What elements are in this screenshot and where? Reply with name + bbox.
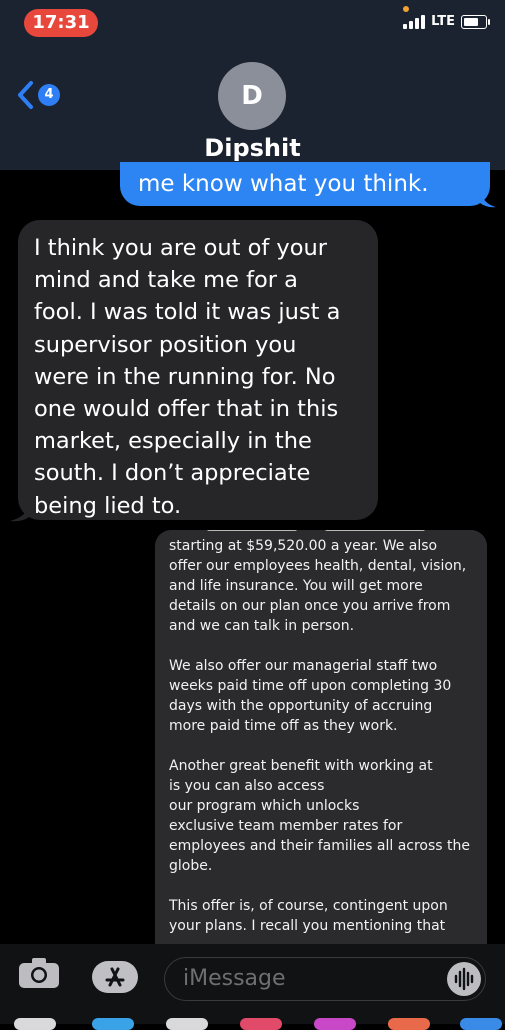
camera-icon[interactable] <box>18 957 60 989</box>
sent-bubble-tail <box>480 190 496 208</box>
message-composer-bar: iMessage <box>0 944 505 1030</box>
app-store-button[interactable] <box>92 961 138 993</box>
network-label: LTE <box>431 14 455 29</box>
imessage-input[interactable]: iMessage <box>164 957 486 1001</box>
conversation-header: 17:31 LTE 4 D Dipshit <box>0 0 505 170</box>
status-indicators: LTE <box>403 14 490 29</box>
status-time: 17:31 <box>24 9 98 37</box>
audio-message-button[interactable] <box>447 962 481 996</box>
privacy-indicator-dot <box>403 6 409 12</box>
unread-count-badge: 4 <box>38 84 60 106</box>
image-attachment-text: starting at $59,520.00 a year. We also o… <box>169 538 470 934</box>
imessage-placeholder: iMessage <box>183 966 286 991</box>
app-drawer-strip <box>0 1014 505 1030</box>
back-button[interactable]: 4 <box>16 80 60 110</box>
app-store-icon <box>105 967 125 987</box>
received-bubble-tail <box>10 502 30 522</box>
sent-message-bubble[interactable]: me know what you think. <box>120 162 490 206</box>
chevron-left-icon <box>18 81 33 109</box>
contact-name[interactable]: Dipshit <box>0 134 505 162</box>
received-message-bubble[interactable]: I think you are out of your mind and tak… <box>18 220 378 520</box>
contact-avatar[interactable]: D <box>218 62 286 130</box>
image-attachment[interactable]: starting at $59,520.00 a year. We also o… <box>155 530 487 944</box>
signal-icon <box>403 14 426 29</box>
waveform-icon <box>454 967 474 991</box>
battery-icon <box>461 14 490 29</box>
